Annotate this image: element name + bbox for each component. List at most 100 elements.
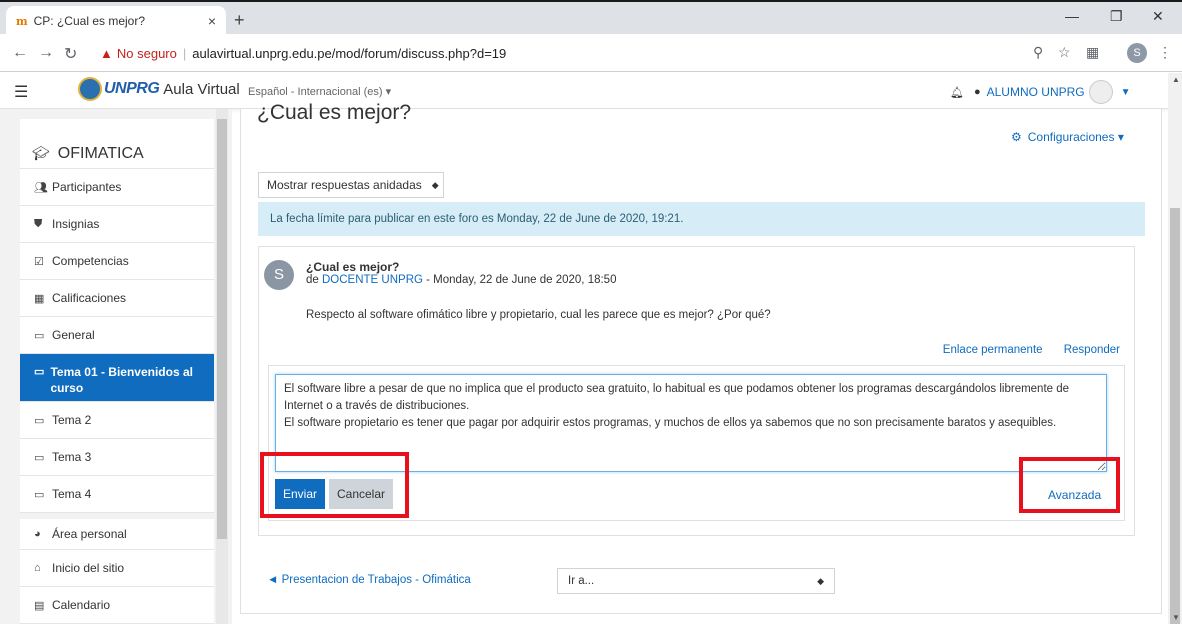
author-link[interactable]: DOCENTE UNPRG <box>322 274 423 286</box>
page-title: ¿Cual es mejor? <box>257 101 412 124</box>
nav-item-label: Competencias <box>52 254 129 268</box>
brand-name: Aula Virtual <box>163 80 240 98</box>
chevron-down-icon: ▾ <box>1117 130 1124 144</box>
university-seal-icon <box>78 77 102 101</box>
profile-avatar[interactable]: S <box>1127 43 1147 63</box>
nav-item-label: Tema 01 - Bienvenidos al curso <box>50 365 193 395</box>
calendar-icon: ▤ <box>34 599 45 612</box>
site-navbar: ☰ UNPRG Aula Virtual Español - Internaci… <box>0 73 1168 109</box>
forward-icon[interactable]: → <box>38 44 54 62</box>
post-actions: Enlace permanente Responder <box>925 344 1120 356</box>
course-link[interactable]: 🎓︎ OFIMATICA <box>20 119 214 169</box>
drawer-scrollbar[interactable] <box>216 109 228 624</box>
settings-menu[interactable]: ⚙ Configuraciones ▾ <box>1011 130 1124 144</box>
post-message: Respecto al software ofimático libre y p… <box>306 309 771 321</box>
reply-link[interactable]: Responder <box>1064 344 1120 356</box>
url-separator: | <box>182 45 187 61</box>
new-tab-button[interactable]: + <box>234 10 245 31</box>
user-name[interactable]: ALUMNO UNPRG <box>987 85 1085 99</box>
browser-tab[interactable]: m CP: ¿Cual es mejor? × <box>6 6 226 36</box>
nav-item-label: Calendario <box>52 598 111 612</box>
nav-item-area-personal[interactable]: ◕ Área personal <box>20 513 214 550</box>
nav-item-general[interactable]: ▭ General <box>20 317 214 354</box>
url-text[interactable]: aulavirtual.unprg.edu.pe/mod/forum/discu… <box>192 46 506 61</box>
zoom-icon[interactable]: ⚲ <box>1033 44 1043 61</box>
back-icon[interactable]: ← <box>12 44 28 62</box>
menu-kebab-icon[interactable]: ⋮ <box>1158 44 1172 61</box>
brand-logo-text: UNPRG <box>104 80 160 97</box>
nav-item-tema-2[interactable]: ▭ Tema 2 <box>20 402 214 439</box>
site-logo[interactable]: UNPRG Aula Virtual <box>78 77 240 101</box>
chevron-down-icon[interactable]: ▼ <box>1121 87 1131 98</box>
user-menu[interactable]: 🔔︎ ● ALUMNO UNPRG ▼ <box>950 80 1131 104</box>
url-field[interactable]: ▲ No seguro | aulavirtual.unprg.edu.pe/m… <box>100 40 1000 66</box>
window-scrollbar[interactable]: ▲ ▼ <box>1168 73 1182 624</box>
user-avatar[interactable] <box>1088 80 1113 104</box>
deadline-alert: La fecha límite para publicar en este fo… <box>258 202 1145 236</box>
jump-to-value: Ir a... <box>568 575 595 587</box>
nav-item-label: Tema 4 <box>52 487 92 501</box>
course-name: OFIMATICA <box>57 144 144 162</box>
nav-item-label: Tema 3 <box>52 450 92 464</box>
tab-title: CP: ¿Cual es mejor? <box>33 14 146 28</box>
bell-icon[interactable]: 🔔︎ <box>950 86 964 99</box>
nav-item-participantes[interactable]: 👥︎ Participantes <box>20 169 214 206</box>
close-window-button[interactable]: ✕ <box>1152 8 1164 25</box>
nav-item-calendario[interactable]: ▤ Calendario <box>20 587 214 624</box>
scroll-down-icon[interactable]: ▼ <box>1172 613 1180 622</box>
display-mode-select[interactable]: Mostrar respuestas anidadas ◆ <box>258 172 444 198</box>
post-date: - Monday, 22 de June de 2020, 18:50 <box>426 274 617 286</box>
nav-item-inicio[interactable]: ⌂ Inicio del sitio <box>20 550 214 587</box>
jump-to-select[interactable]: Ir a... ◆ <box>557 568 835 594</box>
nav-item-calificaciones[interactable]: ▦ Calificaciones <box>20 280 214 317</box>
highlight-box-advanced <box>1019 457 1120 513</box>
post-meta: de DOCENTE UNPRG - Monday, 22 de June de… <box>306 274 616 286</box>
nav-item-tema-3[interactable]: ▭ Tema 3 <box>20 439 214 476</box>
nav-item-insignias[interactable]: ⛊ Insignias <box>20 206 214 243</box>
insecure-label[interactable]: No seguro <box>117 46 177 61</box>
minimize-button[interactable]: — <box>1065 8 1079 24</box>
language-menu[interactable]: Español - Internacional (es) ▾ <box>248 85 391 98</box>
star-icon[interactable]: ☆ <box>1058 44 1071 61</box>
prev-activity-link[interactable]: ◄ Presentacion de Trabajos - Ofimática <box>267 574 471 586</box>
home-icon: ⌂ <box>34 562 41 574</box>
folder-icon: ▭ <box>34 366 45 378</box>
hamburger-icon[interactable]: ☰ <box>14 82 28 102</box>
scroll-up-icon[interactable]: ▲ <box>1172 75 1180 84</box>
scrollbar-thumb[interactable] <box>1170 208 1180 624</box>
checkbox-icon: ☑ <box>34 255 44 268</box>
folder-icon: ▭ <box>34 414 45 427</box>
nav-item-label: Insignias <box>52 217 100 231</box>
post-subject: ¿Cual es mejor? <box>306 260 400 274</box>
nav-item-label: Tema 2 <box>52 413 92 427</box>
reload-icon[interactable]: ↻ <box>64 44 77 64</box>
users-icon: 👥︎ <box>34 181 48 194</box>
nav-drawer: 🎓︎ OFIMATICA 👥︎ Participantes ⛊ Insignias … <box>0 109 232 624</box>
nav-item-tema-01[interactable]: ▭ Tema 01 - Bienvenidos al curso <box>20 354 214 402</box>
highlight-box-buttons <box>260 452 409 518</box>
folder-icon: ▭ <box>34 451 45 464</box>
by-prefix: de <box>306 274 319 286</box>
display-mode-value: Mostrar respuestas anidadas <box>267 178 422 192</box>
folder-icon: ▭ <box>34 329 45 342</box>
restore-button[interactable]: ❐ <box>1110 8 1123 25</box>
author-avatar[interactable]: S <box>264 260 294 290</box>
browser-tabstrip: m CP: ¿Cual es mejor? × + — ❐ ✕ <box>0 0 1182 36</box>
gear-icon: ⚙ <box>1011 130 1022 144</box>
nav-item-label: Participantes <box>52 180 122 194</box>
select-arrow-icon: ◆ <box>431 179 439 190</box>
extensions-icon[interactable]: ▦ <box>1086 44 1099 61</box>
nav-item-label: General <box>52 328 95 342</box>
tab-close-icon[interactable]: × <box>208 13 216 29</box>
nav-drawer-list: 🎓︎ OFIMATICA 👥︎ Participantes ⛊ Insignias … <box>20 119 214 624</box>
nav-item-label: Calificaciones <box>52 291 127 305</box>
nav-item-competencias[interactable]: ☑ Competencias <box>20 243 214 280</box>
main-region: ¿Cual es mejor? ⚙ Configuraciones ▾ Mostr… <box>240 101 1162 614</box>
address-bar: ← → ↻ ▲ No seguro | aulavirtual.unprg.ed… <box>0 34 1182 72</box>
permalink-link[interactable]: Enlace permanente <box>943 344 1043 356</box>
nav-item-tema-4[interactable]: ▭ Tema 4 <box>20 476 214 513</box>
drawer-scrollbar-thumb[interactable] <box>217 119 227 539</box>
moodle-icon: m <box>16 14 28 28</box>
chat-icon[interactable]: ● <box>974 86 981 98</box>
table-icon: ▦ <box>34 292 45 305</box>
